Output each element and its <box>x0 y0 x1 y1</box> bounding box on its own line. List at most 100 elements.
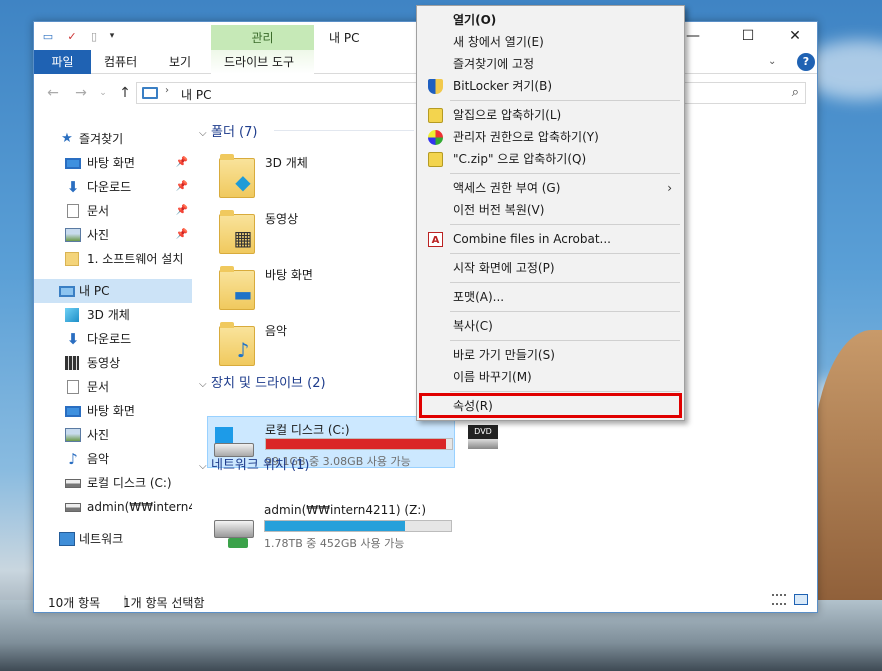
folder-name: 음악 <box>265 324 288 338</box>
group-header-devices[interactable]: ⌵ 장치 및 드라이브 (2) <box>199 372 326 392</box>
menu-item-label: 새 창에서 열기(E) <box>453 35 544 49</box>
chevron-down-icon: ⌵ <box>199 379 207 390</box>
sidebar-item-downloads-pc[interactable]: ⬇ 다운로드 <box>34 327 192 351</box>
menu-item-pin-quick-access[interactable]: 즐겨찾기에 고정 <box>419 53 682 75</box>
sidebar-item-pictures-pc[interactable]: 사진 <box>34 423 192 447</box>
sidebar-item-documents[interactable]: 문서 📌 <box>34 199 192 223</box>
menu-item-label: 포맷(A)... <box>453 290 505 304</box>
3d-objects-icon <box>65 308 79 322</box>
customize-toolbar-icon[interactable]: ▾ <box>104 28 120 44</box>
maximize-button[interactable]: ☐ <box>725 22 771 50</box>
acrobat-icon: A <box>428 232 443 247</box>
up-button[interactable]: ↑ <box>116 84 134 102</box>
folder-videos[interactable]: ▦ 동영상 <box>194 208 394 258</box>
folder-icon: ▦ <box>219 210 255 254</box>
sidebar-item-label: 문서 <box>87 380 110 394</box>
sidebar-item-videos[interactable]: 동영상 <box>34 351 192 375</box>
sidebar-item-this-pc[interactable]: 내 PC <box>34 279 192 303</box>
menu-separator <box>450 173 680 174</box>
pin-icon[interactable]: 📌 <box>176 199 188 223</box>
sidebar-item-local-disk[interactable]: 로컬 디스크 (C:) <box>34 471 192 495</box>
menu-separator <box>450 282 680 283</box>
menu-item-open-new-window[interactable]: 새 창에서 열기(E) <box>419 31 682 53</box>
sidebar-item-label: 바탕 화면 <box>87 156 135 170</box>
tab-drive-tools[interactable]: 드라이브 도구 <box>212 50 306 74</box>
folder-icon <box>65 252 79 266</box>
music-icon: ♪ <box>68 450 78 468</box>
menu-item-open[interactable]: 열기(O) <box>419 9 682 31</box>
tab-file[interactable]: 파일 <box>34 50 91 74</box>
back-button[interactable]: ← <box>44 84 62 102</box>
sidebar-item-label: 로컬 디스크 (C:) <box>87 476 172 490</box>
music-icon: ♪ <box>236 338 250 362</box>
group-header-network[interactable]: ⌵ 네트워크 위치 (1) <box>199 454 309 474</box>
menu-item-create-shortcut[interactable]: 바로 가기 만들기(S) <box>419 344 682 366</box>
menu-item-give-access[interactable]: 액세스 권한 부여 (G) › <box>419 177 682 199</box>
menu-item-label: 알집으로 압축하기(L) <box>453 108 562 122</box>
folder-3d-objects[interactable]: ◆ 3D 개체 <box>194 152 394 202</box>
forward-button[interactable]: → <box>72 84 90 102</box>
sidebar-item-desktop-pc[interactable]: 바탕 화면 <box>34 399 192 423</box>
help-icon[interactable]: ? <box>797 53 815 71</box>
sidebar-item-desktop[interactable]: 바탕 화면 📌 <box>34 151 192 175</box>
folder-desktop[interactable]: ▬ 바탕 화면 <box>194 264 394 314</box>
search-icon[interactable]: ⌕ <box>792 85 799 100</box>
sidebar-item-downloads[interactable]: ⬇ 다운로드 📌 <box>34 175 192 199</box>
group-title: 네트워크 위치 (1) <box>211 458 310 473</box>
sidebar-item-quick-access[interactable]: ★ 즐겨찾기 <box>34 127 192 151</box>
chevron-right-icon[interactable]: › <box>165 85 169 96</box>
menu-separator <box>450 391 680 392</box>
desktop-icon: ▬ <box>233 282 253 306</box>
close-button[interactable]: ✕ <box>772 22 818 50</box>
selection-status: 1개 항목 선택함 <box>123 596 205 610</box>
sidebar-item-network-drive[interactable]: admin(₩₩intern42 <box>34 495 192 519</box>
menu-item-alzip-compress[interactable]: 알집으로 압축하기(L) <box>419 104 682 126</box>
menu-item-rename[interactable]: 이름 바꾸기(M) <box>419 366 682 388</box>
sidebar-item-pictures[interactable]: 사진 📌 <box>34 223 192 247</box>
ribbon-expand-icon[interactable]: ⌄ <box>768 50 776 74</box>
menu-item-compress-czip[interactable]: "C.zip" 으로 압축하기(Q) <box>419 148 682 170</box>
menu-item-admin-compress[interactable]: 관리자 권한으로 압축하기(Y) <box>419 126 682 148</box>
menu-item-bitlocker[interactable]: BitLocker 켜기(B) <box>419 75 682 97</box>
menu-item-label: Combine files in Acrobat... <box>453 232 611 246</box>
large-icons-view-icon[interactable] <box>794 594 808 605</box>
tab-view[interactable]: 보기 <box>157 50 203 74</box>
sidebar-item-network[interactable]: 네트워크 <box>34 527 192 551</box>
drive-name: admin(₩₩intern4211) (Z:) <box>264 503 427 517</box>
menu-item-restore-previous[interactable]: 이전 버전 복원(V) <box>419 199 682 221</box>
recent-locations-icon[interactable]: ⌄ <box>94 84 112 102</box>
menu-item-label: "C.zip" 으로 압축하기(Q) <box>453 152 587 166</box>
pin-icon[interactable]: 📌 <box>176 151 188 175</box>
drive-usage-fill <box>265 521 405 531</box>
menu-item-label: 즐겨찾기에 고정 <box>453 57 535 71</box>
folder-icon: ◆ <box>219 154 255 198</box>
address-path[interactable]: 내 PC <box>181 86 211 103</box>
new-folder-icon[interactable]: ▯ <box>86 28 102 44</box>
details-view-icon[interactable] <box>772 594 786 605</box>
menu-item-label: 시작 화면에 고정(P) <box>453 261 555 275</box>
tab-computer[interactable]: 컴퓨터 <box>92 50 149 74</box>
menu-item-combine-acrobat[interactable]: A Combine files in Acrobat... <box>419 228 682 250</box>
menu-item-label: BitLocker 켜기(B) <box>453 79 553 93</box>
properties-icon[interactable]: ✓ <box>64 28 80 44</box>
sidebar-item-music[interactable]: ♪ 음악 <box>34 447 192 471</box>
chevron-down-icon: ⌵ <box>199 128 207 139</box>
folder-music[interactable]: ♪ 음악 <box>194 320 394 370</box>
sidebar-item-3d-objects[interactable]: 3D 개체 <box>34 303 192 327</box>
group-header-folders[interactable]: ⌵ 폴더 (7) <box>199 121 257 141</box>
pin-icon[interactable]: 📌 <box>176 223 188 247</box>
drive-free-space: 1.78TB 중 452GB 사용 가능 <box>264 537 405 550</box>
menu-item-label: 바로 가기 만들기(S) <box>453 348 555 362</box>
sidebar-item-label: 사진 <box>87 428 110 442</box>
menu-item-format[interactable]: 포맷(A)... <box>419 286 682 308</box>
sidebar-item-documents-pc[interactable]: 문서 <box>34 375 192 399</box>
dvd-drive-icon[interactable]: DVD <box>468 425 498 451</box>
menu-item-pin-start[interactable]: 시작 화면에 고정(P) <box>419 257 682 279</box>
pc-icon <box>59 286 75 297</box>
menu-item-copy[interactable]: 복사(C) <box>419 315 682 337</box>
drive-tools-group: 관리 <box>211 25 314 51</box>
sidebar-item-software-folder[interactable]: 1. 소프트웨어 설치 <box>34 247 192 271</box>
dvd-label: DVD <box>468 425 498 439</box>
pin-icon[interactable]: 📌 <box>176 175 188 199</box>
download-icon: ⬇ <box>66 330 80 348</box>
